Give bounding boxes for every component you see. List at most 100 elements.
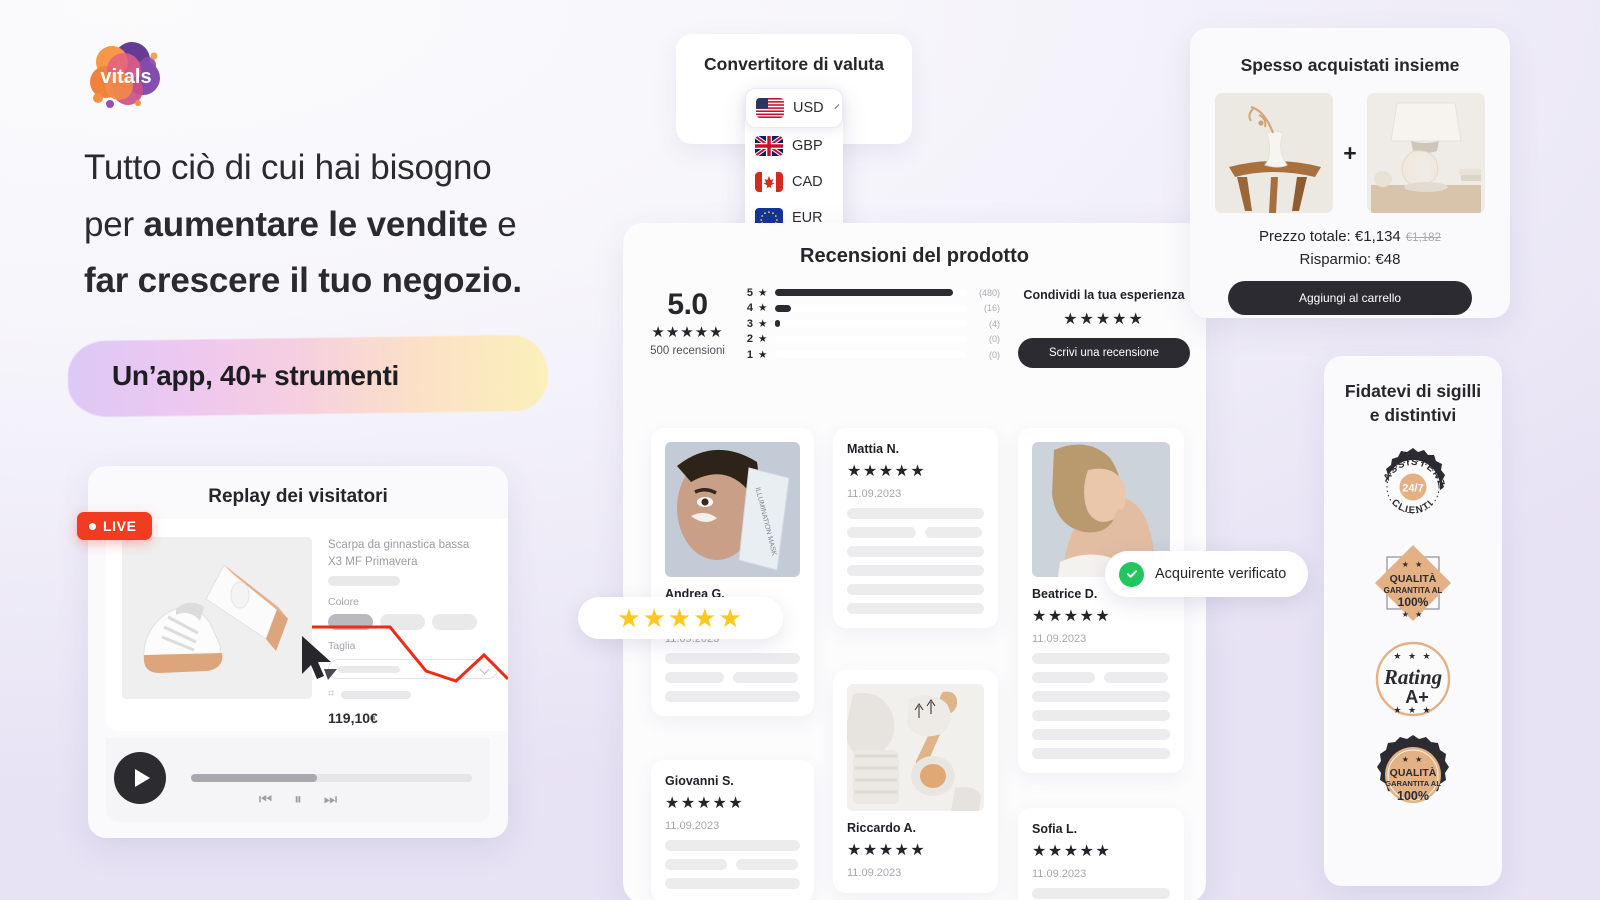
rating-bar-track xyxy=(775,335,966,343)
rating-stars: ★★★★★ xyxy=(651,324,724,341)
review-photo-spa-towels xyxy=(847,684,984,811)
review-card: Beatrice D. ★★★★★ 11.09.2023 xyxy=(1018,428,1184,773)
playback-progress-fill xyxy=(191,774,318,782)
review-stars: ★★★★★ xyxy=(665,795,745,812)
svg-text:★ ★ ★: ★ ★ ★ xyxy=(1393,705,1432,715)
currency-option-gbp[interactable]: GBP xyxy=(745,128,843,164)
star-icon: ★ xyxy=(758,302,768,315)
logo-wordmark: vitals xyxy=(100,66,151,88)
currency-option-selected[interactable]: USD xyxy=(745,88,843,128)
skip-back-icon[interactable]: ⏮ xyxy=(259,791,273,808)
review-date: 11.09.2023 xyxy=(1032,868,1087,880)
rating-bar-stars: 4 xyxy=(746,302,753,315)
highlighted-stars-overlay: ★★★★★ xyxy=(578,597,783,639)
review-text-skeleton xyxy=(665,653,800,664)
playback-progress-bar[interactable] xyxy=(191,774,472,782)
headline-line-2-pre: per xyxy=(84,204,144,244)
trust-badges-title: Fidatevi di sigilli e distintivi xyxy=(1324,356,1502,427)
size-guide-row: ⌗ xyxy=(328,688,498,701)
rating-bar-fill xyxy=(775,320,781,328)
rating-bar-track xyxy=(775,351,966,359)
svg-text:★ ★: ★ ★ xyxy=(1402,755,1425,764)
rating-score: 5.0 xyxy=(667,288,708,321)
rating-summary: 5.0 ★★★★★ 500 recensioni xyxy=(645,288,730,357)
review-text-skeleton xyxy=(847,546,984,557)
svg-text:★ ★ ★: ★ ★ ★ xyxy=(1393,651,1432,661)
play-icon xyxy=(134,769,150,787)
skip-forward-icon[interactable]: ⏭ xyxy=(324,791,338,808)
review-card: Giovanni S. ★★★★★ 11.09.2023 xyxy=(651,760,814,900)
tools-count-label: Un’app, 40+ strumenti xyxy=(112,360,399,391)
review-date: 11.09.2023 xyxy=(847,488,902,500)
review-text-skeleton xyxy=(1032,653,1170,664)
color-swatch[interactable] xyxy=(432,614,477,631)
skeleton-line xyxy=(328,576,400,587)
review-text-skeleton xyxy=(1032,710,1170,721)
rating-bar-stars: 3 xyxy=(746,317,753,330)
review-stars: ★★★★★ xyxy=(847,842,927,859)
gb-flag-icon xyxy=(755,136,783,156)
currency-option-cad[interactable]: CAD xyxy=(745,164,843,200)
review-card: Mattia N. ★★★★★ 11.09.2023 xyxy=(833,428,998,628)
review-date: 11.09.2023 xyxy=(847,867,902,879)
quality-diamond-l2: GARANTITA AL xyxy=(1384,586,1443,595)
pause-icon[interactable]: ⏸ xyxy=(294,791,302,808)
replay-player-bar: ⏮ ⏸ ⏭ xyxy=(106,738,490,822)
color-swatch[interactable] xyxy=(328,614,373,631)
live-label: LIVE xyxy=(103,518,137,534)
rating-bar-track xyxy=(775,320,966,328)
review-card: Sofia L. ★★★★★ 11.09.2023 xyxy=(1018,808,1184,900)
product-name-line-1: Scarpa da ginnastica bassa xyxy=(328,539,470,551)
star-icon: ★ xyxy=(758,333,768,346)
svg-text:★ ★: ★ ★ xyxy=(1402,610,1425,619)
rating-bar-track xyxy=(775,289,966,297)
review-text-skeleton xyxy=(665,840,800,851)
color-swatches[interactable] xyxy=(328,614,498,631)
review-stars: ★★★★★ xyxy=(1032,608,1112,625)
review-text-skeleton xyxy=(1032,748,1170,759)
review-text-skeleton xyxy=(1032,691,1170,702)
bought-together-card: Spesso acquistati insieme + Prezzo total… xyxy=(1190,28,1510,318)
review-author: Sofia L. xyxy=(1032,822,1078,836)
verified-buyer-badge: Acquirente verificato xyxy=(1105,551,1309,597)
rating-breakdown: 5 ★ (480) 4 ★ (16) 3 ★ (4) 2 ★ (0) 1 ★ (0) xyxy=(745,285,1000,363)
rating-bar-row: 2 ★ (0) xyxy=(745,332,1000,348)
currency-code-gbp: GBP xyxy=(792,138,823,154)
trust-title-line-2: e distintivi xyxy=(1369,404,1457,425)
write-review-button[interactable]: Scrivi una recensione xyxy=(1018,338,1190,368)
quality-round-l1: QUALITÀ xyxy=(1390,766,1437,779)
currency-converter-title: Convertitore di valuta xyxy=(704,54,884,74)
ca-flag-icon xyxy=(755,172,783,192)
tools-count-badge: Un’app, 40+ strumenti xyxy=(67,334,549,418)
currency-code-usd: USD xyxy=(793,100,824,116)
size-select[interactable] xyxy=(328,659,498,680)
rating-bar-stars: 1 xyxy=(746,348,753,361)
total-price-old: €1,182 xyxy=(1405,232,1441,244)
headline-line-2-post: e xyxy=(487,204,517,244)
review-card: Riccardo A. ★★★★★ 11.09.2023 xyxy=(833,670,998,893)
quality-round-l3: 100% xyxy=(1397,789,1429,803)
rating-a-plus-badge-icon: ★ ★ ★ Rating A+ ★ ★ ★ xyxy=(1375,642,1451,717)
review-card: ILLUMINATION MASK Andrea G. ★★★★★ 11.09.… xyxy=(651,428,814,716)
review-text-skeleton xyxy=(847,603,984,614)
quality-round-l2: GARANTITA AL xyxy=(1385,779,1441,788)
quality-diamond-l3: 100% xyxy=(1398,595,1429,609)
review-stars: ★★★★★ xyxy=(1032,843,1112,860)
rating-bar-row: 5 ★ (480) xyxy=(745,285,1000,301)
color-swatch[interactable] xyxy=(380,614,425,631)
replay-viewport: Scarpa da ginnastica bassa X3 MF Primave… xyxy=(106,519,508,731)
review-text-skeleton xyxy=(847,527,984,538)
review-text-skeleton xyxy=(1032,672,1170,683)
svg-text:★ ★: ★ ★ xyxy=(1402,560,1425,569)
review-author: Riccardo A. xyxy=(847,821,917,835)
share-experience-stars[interactable]: ★★★★★ xyxy=(1018,309,1190,329)
rating-bar-count: (16) xyxy=(983,303,1000,314)
live-badge: LIVE xyxy=(77,512,152,540)
transport-controls[interactable]: ⏮ ⏸ ⏭ xyxy=(106,791,490,808)
rating-bar-count: (0) xyxy=(989,334,1000,345)
bought-together-add-to-cart-button[interactable]: Aggiungi al carrello xyxy=(1228,281,1472,315)
rating-bar-count: (0) xyxy=(989,349,1000,360)
rating-bar-track xyxy=(775,304,966,312)
page-root: vitals Tutto ciò di cui hai bisogno per … xyxy=(0,0,1600,900)
rating-bar-stars: 5 xyxy=(746,286,753,299)
